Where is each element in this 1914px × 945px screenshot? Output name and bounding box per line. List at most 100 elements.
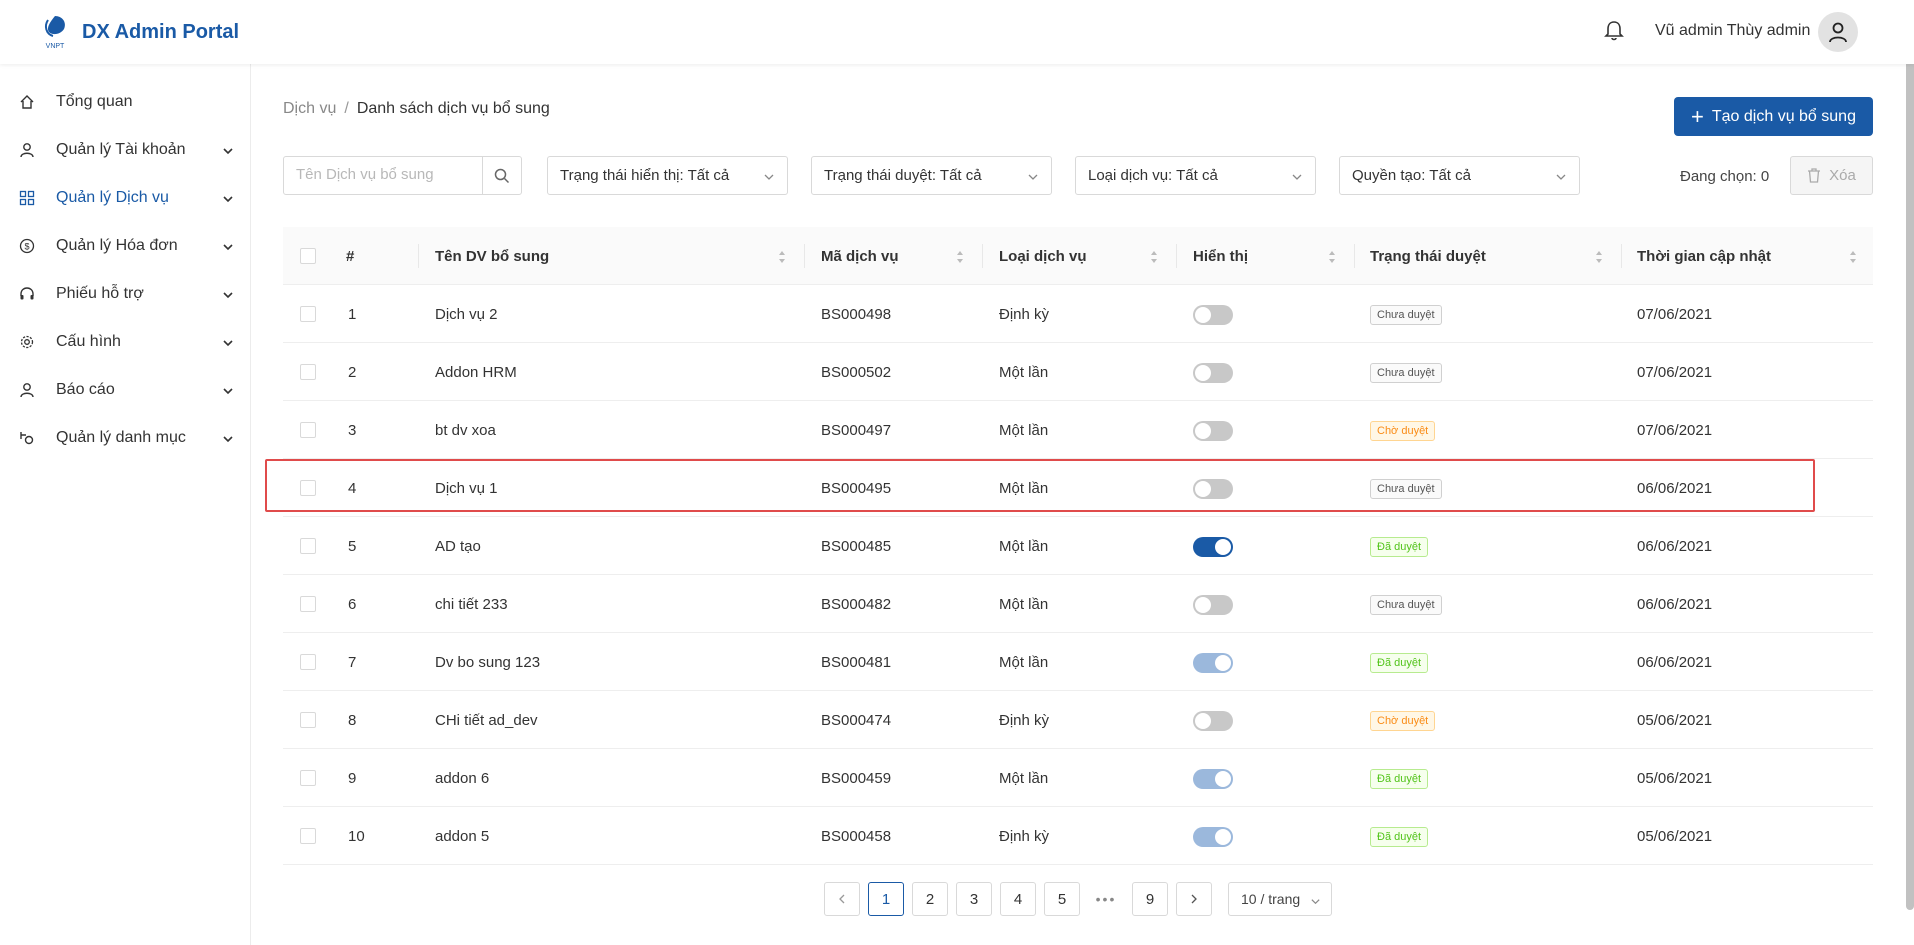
page-size-select[interactable]: 10 / trang [1228, 882, 1332, 916]
display-toggle[interactable] [1193, 479, 1233, 499]
display-toggle[interactable] [1193, 421, 1233, 441]
approval-status-filter[interactable]: Trạng thái duyệt: Tất cả [811, 156, 1052, 195]
delete-button[interactable]: Xóa [1790, 156, 1873, 195]
chevron-down-icon [1291, 170, 1303, 182]
service-name[interactable]: Dv bo sung 123 [435, 633, 540, 691]
sort-icon[interactable] [778, 250, 786, 264]
service-type: Một lần [999, 421, 1049, 439]
select-all-checkbox[interactable] [300, 248, 316, 264]
row-checkbox[interactable] [300, 828, 316, 844]
display-status-filter[interactable]: Trạng thái hiển thị: Tất cả [547, 156, 788, 195]
user-icon [18, 381, 36, 399]
service-code: BS000474 [821, 711, 892, 729]
page-button[interactable]: 1 [868, 882, 904, 916]
row-checkbox[interactable] [300, 654, 316, 670]
service-name[interactable]: addon 6 [435, 749, 489, 807]
table-row[interactable]: 2 Addon HRM BS000502 Một lần Chưa duyệt 07/06… [283, 343, 1873, 401]
sort-icon[interactable] [1328, 250, 1336, 264]
service-name[interactable]: chi tiết 233 [435, 575, 508, 633]
sidebar-item-support[interactable]: Phiếu hỗ trợ [0, 272, 251, 316]
page-button[interactable]: 4 [1000, 882, 1036, 916]
sidebar-item-overview[interactable]: Tổng quan [0, 80, 251, 124]
row-checkbox[interactable] [300, 422, 316, 438]
row-checkbox[interactable] [300, 480, 316, 496]
row-index: 2 [348, 363, 357, 381]
row-checkbox[interactable] [300, 596, 316, 612]
logo-text: VNPT [46, 43, 65, 50]
sort-icon[interactable] [1849, 250, 1857, 264]
sidebar-item-invoices[interactable]: $ Quản lý Hóa đơn [0, 224, 251, 268]
table-row[interactable]: 7 Dv bo sung 123 BS000481 Một lần Đã duyệt 06… [283, 633, 1873, 691]
table-row[interactable]: 4 Dịch vụ 1 BS000495 Một lần Chưa duyệt 06/06… [283, 459, 1873, 517]
sidebar-item-config[interactable]: Cấu hình [0, 320, 251, 364]
column-header-code[interactable]: Mã dịch vụ [821, 227, 899, 285]
table-row[interactable]: 3 bt dv xoa BS000497 Một lần Chờ duyệt 07/06/… [283, 401, 1873, 459]
column-header-approval[interactable]: Trạng thái duyệt [1370, 227, 1486, 285]
sort-icon[interactable] [1150, 250, 1158, 264]
prev-page-button[interactable] [824, 882, 860, 916]
toggle-knob [1195, 481, 1211, 497]
display-toggle[interactable] [1193, 363, 1233, 383]
row-checkbox[interactable] [300, 538, 316, 554]
row-checkbox[interactable] [300, 770, 316, 786]
table-row[interactable]: 6 chi tiết 233 BS000482 Một lần Chưa duyệt 06… [283, 575, 1873, 633]
service-code: BS000495 [821, 479, 892, 497]
sidebar-item-services[interactable]: Quản lý Dịch vụ [0, 176, 251, 220]
pagination-ellipsis[interactable]: ••• [1088, 882, 1124, 916]
service-name[interactable]: addon 5 [435, 807, 489, 865]
page-button[interactable]: 2 [912, 882, 948, 916]
column-header-display[interactable]: Hiển thị [1193, 227, 1248, 285]
column-header-name[interactable]: Tên DV bổ sung [435, 227, 549, 285]
service-name[interactable]: Addon HRM [435, 343, 517, 401]
table-row[interactable]: 1 Dịch vụ 2 BS000498 Định kỳ Chưa duyệt 07/06… [283, 285, 1873, 343]
next-page-button[interactable] [1176, 882, 1212, 916]
column-header-updated[interactable]: Thời gian cập nhật [1637, 227, 1771, 285]
display-toggle[interactable] [1193, 769, 1233, 789]
sidebar-item-reports[interactable]: Báo cáo [0, 368, 251, 412]
create-addon-button[interactable]: + Tạo dịch vụ bổ sung [1674, 97, 1873, 136]
service-name[interactable]: Dịch vụ 2 [435, 285, 498, 343]
display-toggle[interactable] [1193, 827, 1233, 847]
search-input[interactable] [296, 166, 481, 183]
display-toggle[interactable] [1193, 595, 1233, 615]
row-checkbox[interactable] [300, 364, 316, 380]
updated-date: 07/06/2021 [1637, 305, 1713, 323]
row-index: 1 [348, 305, 357, 323]
service-name[interactable]: CHi tiết ad_dev [435, 691, 538, 749]
service-name[interactable]: Dịch vụ 1 [435, 459, 498, 517]
selected-count: Đang chọn: 0 [1680, 168, 1770, 185]
display-toggle[interactable] [1193, 711, 1233, 731]
page-button[interactable]: 9 [1132, 882, 1168, 916]
row-checkbox[interactable] [300, 712, 316, 728]
row-checkbox[interactable] [300, 306, 316, 322]
user-name[interactable]: Vũ admin Thùy admin [1655, 22, 1810, 40]
table-row[interactable]: 10 addon 5 BS000458 Định kỳ Đã duyệt 05/06/20… [283, 807, 1873, 865]
page-scrollbar[interactable] [1906, 0, 1914, 910]
display-toggle[interactable] [1193, 653, 1233, 673]
toggle-knob [1195, 713, 1211, 729]
logo[interactable]: VNPT DX Admin Portal [40, 14, 239, 50]
service-type-filter[interactable]: Loại dịch vụ: Tất cả [1075, 156, 1316, 195]
column-header-type[interactable]: Loại dịch vụ [999, 227, 1087, 285]
display-toggle[interactable] [1193, 305, 1233, 325]
updated-date: 06/06/2021 [1637, 537, 1713, 555]
page-button[interactable]: 5 [1044, 882, 1080, 916]
display-toggle[interactable] [1193, 537, 1233, 557]
sidebar-item-categories[interactable]: Quản lý danh mục [0, 416, 251, 460]
table-row[interactable]: 8 CHi tiết ad_dev BS000474 Định kỳ Chờ duyệt… [283, 691, 1873, 749]
bell-icon[interactable] [1604, 20, 1624, 42]
sort-icon[interactable] [1595, 250, 1603, 264]
avatar[interactable] [1818, 12, 1858, 52]
updated-date: 07/06/2021 [1637, 363, 1713, 381]
search-button[interactable] [482, 157, 521, 194]
service-name[interactable]: bt dv xoa [435, 401, 496, 459]
service-name[interactable]: AD tạo [435, 517, 481, 575]
sidebar-item-label: Quản lý danh mục [56, 429, 186, 446]
creator-permission-filter[interactable]: Quyền tạo: Tất cả [1339, 156, 1580, 195]
breadcrumb-parent[interactable]: Dịch vụ [283, 100, 336, 117]
page-button[interactable]: 3 [956, 882, 992, 916]
table-row[interactable]: 9 addon 6 BS000459 Một lần Đã duyệt 05/06/202… [283, 749, 1873, 807]
sort-icon[interactable] [956, 250, 964, 264]
table-row[interactable]: 5 AD tạo BS000485 Một lần Đã duyệt 06/06/2021 [283, 517, 1873, 575]
sidebar-item-accounts[interactable]: Quản lý Tài khoản [0, 128, 251, 172]
